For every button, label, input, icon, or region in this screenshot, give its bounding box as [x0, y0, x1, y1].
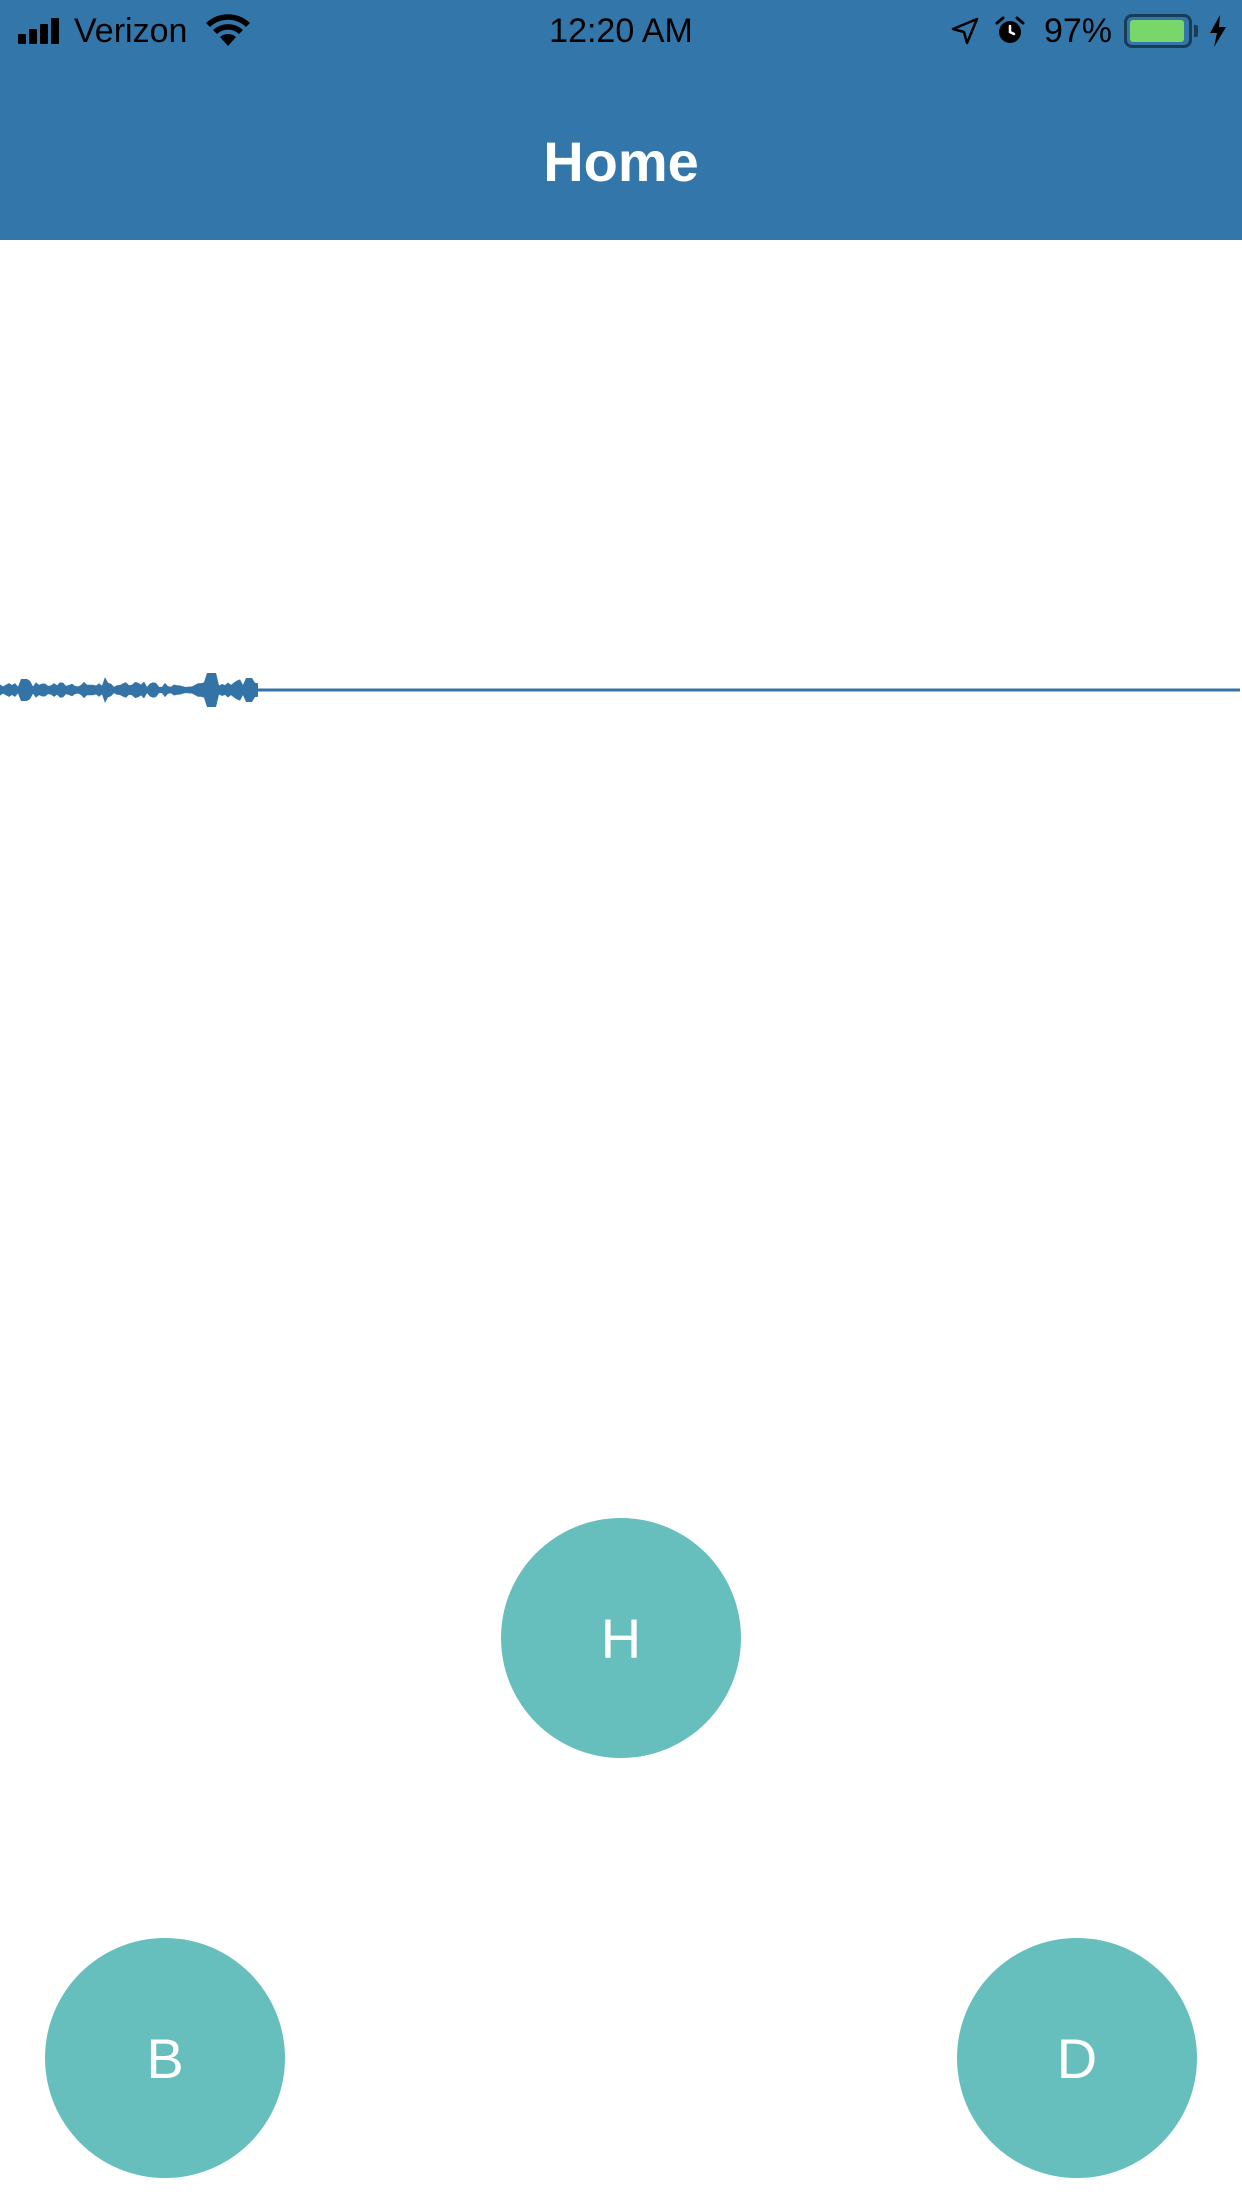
d-button[interactable]: D	[957, 1938, 1197, 2178]
charging-bolt-icon	[1210, 15, 1226, 47]
waveform-recorded-segment	[0, 673, 258, 707]
battery-percent: 97%	[1043, 11, 1112, 50]
h-button[interactable]: H	[501, 1518, 741, 1758]
alarm-icon	[995, 16, 1025, 43]
location-arrow-icon	[951, 17, 979, 45]
h-button-label: H	[600, 1606, 642, 1670]
b-button-label: B	[146, 2026, 184, 2090]
header-bar: Verizon 12:20 AM 97% Home	[0, 0, 1242, 240]
status-bar: Verizon 12:20 AM 97%	[0, 0, 1242, 62]
battery-fill	[1130, 20, 1185, 42]
audio-waveform	[0, 673, 1240, 707]
d-button-label: D	[1056, 2026, 1098, 2090]
battery-cap	[1194, 25, 1198, 37]
app-screen: Verizon 12:20 AM 97% Home H B D	[0, 0, 1242, 2208]
b-button[interactable]: B	[45, 1938, 285, 2178]
battery-icon	[1124, 14, 1192, 48]
status-right: 97%	[936, 10, 1228, 52]
page-title: Home	[543, 130, 699, 193]
